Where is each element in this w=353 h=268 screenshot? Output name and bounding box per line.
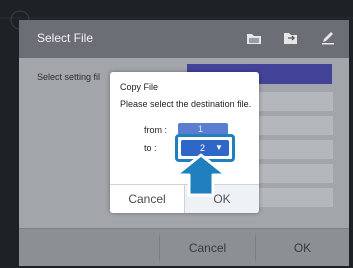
screen-footer: Cancel OK (19, 228, 349, 266)
to-select-value: 2 (200, 143, 206, 153)
file-slot[interactable] (255, 140, 333, 159)
footer-cancel-button[interactable]: Cancel (160, 229, 255, 266)
screen-header: Select File (19, 20, 349, 58)
edit-icon[interactable] (320, 30, 336, 46)
file-slot[interactable] (255, 188, 333, 207)
from-label: from : (144, 125, 168, 135)
setting-file-label: Select setting fil (37, 72, 101, 82)
dialog-title: Copy File (120, 82, 159, 92)
to-label: to : (144, 143, 157, 153)
file-slot[interactable] (255, 116, 333, 135)
screen-title: Select File (37, 31, 94, 45)
arrow-up-icon (174, 153, 228, 197)
copy-file-icon[interactable] (283, 30, 299, 46)
file-slot[interactable] (255, 92, 333, 111)
folder-icon[interactable] (246, 30, 262, 46)
dialog-message: Please select the destination file. (120, 99, 252, 109)
file-slot[interactable] (255, 164, 333, 183)
chevron-down-icon: ▼ (215, 143, 223, 152)
dialog-cancel-button[interactable]: Cancel (110, 185, 184, 213)
from-select-value: 1 (198, 124, 204, 134)
footer-ok-button[interactable]: OK (256, 229, 349, 266)
